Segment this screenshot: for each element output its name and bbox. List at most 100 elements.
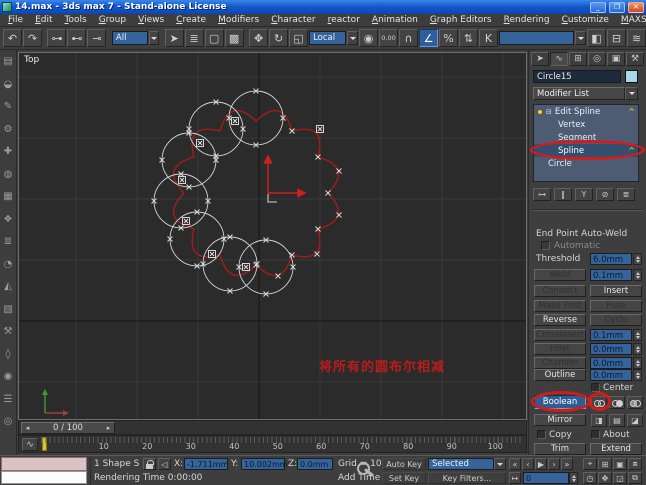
center-checkbox[interactable] <box>591 383 600 392</box>
left-toolbar-icon[interactable]: ◉ <box>1 370 15 384</box>
automatic-checkbox[interactable] <box>541 241 550 250</box>
menu-modifiers[interactable]: Modifiers <box>212 15 265 25</box>
menu-customize[interactable]: Customize <box>556 15 615 25</box>
tab-hierarchy-icon[interactable]: ⊞ <box>569 52 587 66</box>
mirror-vertical-icon[interactable]: ▤ <box>609 414 625 427</box>
select-by-name-icon[interactable]: ≣ <box>184 29 204 47</box>
maxscript-listener-pink[interactable] <box>1 457 87 471</box>
rect-selection-region-icon[interactable]: ▢ <box>204 29 224 47</box>
reverse-button[interactable]: Reverse <box>534 314 586 326</box>
next-frame-icon[interactable]: › <box>548 458 560 470</box>
boolean-button[interactable]: Boolean <box>534 395 586 409</box>
min-max-toggle-icon[interactable]: ⧉ <box>628 472 642 484</box>
selected-filter-dropdown[interactable]: Selected <box>428 458 494 470</box>
menu-rendering[interactable]: Rendering <box>498 15 556 25</box>
pin-stack-icon[interactable]: ⊶ <box>533 188 551 201</box>
mini-curve-editor-icon[interactable]: ∿ <box>22 438 38 451</box>
left-toolbar-icon[interactable]: ⚙ <box>1 123 15 137</box>
selection-filter-arrow-icon[interactable] <box>148 31 160 45</box>
left-toolbar-icon[interactable]: ☰ <box>1 393 15 407</box>
boolean-union-icon[interactable] <box>591 396 607 409</box>
weld-spinner[interactable] <box>633 269 642 281</box>
redo-icon[interactable]: ↷ <box>23 29 42 47</box>
frame-spinner[interactable] <box>569 472 578 484</box>
chamfer-button[interactable]: Chamfer <box>534 357 586 369</box>
bind-to-spacewarp-icon[interactable]: ⊸ <box>87 29 107 47</box>
threshold-spinner[interactable] <box>633 253 642 265</box>
insert-button[interactable]: Insert <box>590 285 642 297</box>
mirror-horizontal-icon[interactable]: ◨ <box>591 414 607 427</box>
zoom-extents-all-icon[interactable]: ⧈ <box>628 458 642 470</box>
y-coordinate-field[interactable]: 10.002mm <box>241 458 288 470</box>
left-toolbar-icon[interactable]: ◎ <box>1 415 15 429</box>
tab-create-icon[interactable]: ➤ <box>531 52 549 66</box>
stack-row-edit-spline[interactable]: ⊟ Edit Spline ^ <box>534 105 638 118</box>
go-to-start-icon[interactable]: « <box>509 458 521 470</box>
copy-checkbox[interactable] <box>537 430 546 439</box>
weld-field[interactable]: 0.1mm <box>590 269 632 281</box>
modifier-list-dropdown[interactable]: Modifier List <box>533 87 625 100</box>
boolean-intersection-icon[interactable] <box>627 396 643 409</box>
offset-mode-icon[interactable]: 0.00 <box>379 29 399 47</box>
menu-views[interactable]: Views <box>132 15 170 25</box>
remove-modifier-icon[interactable]: ⊘ <box>596 188 614 201</box>
menu-maxscript[interactable]: MAXScript <box>615 15 646 25</box>
tab-utilities-icon[interactable]: ⚒ <box>626 52 644 66</box>
current-frame-field[interactable]: 0 <box>523 472 569 484</box>
key-filters-button[interactable]: Key Filters... <box>428 472 506 484</box>
connect-button[interactable]: Connect <box>534 285 586 297</box>
lock-selection-icon[interactable] <box>143 458 156 470</box>
fillet-field[interactable]: 0.0mm <box>590 343 632 355</box>
outline-field[interactable]: 0.0mm <box>590 369 632 381</box>
reference-coordinate-dropdown[interactable]: Local <box>309 31 347 45</box>
x-coordinate-field[interactable]: -1.711mm <box>184 458 228 470</box>
reference-coordinate-arrow-icon[interactable] <box>347 31 359 45</box>
tab-modify-icon[interactable]: ∿ <box>550 52 568 66</box>
maxscript-listener-white[interactable] <box>1 471 87 484</box>
select-and-scale-icon[interactable]: ◱ <box>289 29 309 47</box>
previous-frame-icon[interactable]: ‹ <box>522 458 534 470</box>
menu-reactor[interactable]: reactor <box>322 15 366 25</box>
about-pivot-checkbox[interactable] <box>591 430 600 439</box>
curve-editor-icon[interactable]: ≋ <box>626 29 646 47</box>
left-toolbar-icon[interactable]: ◍ <box>1 168 15 182</box>
time-slider-left-arrow-icon[interactable]: ◂ <box>22 424 33 432</box>
mirror-both-icon[interactable]: ◪ <box>627 414 643 427</box>
fuse-button[interactable]: Fuse <box>590 300 642 312</box>
select-and-rotate-icon[interactable]: ↻ <box>269 29 289 47</box>
make-unique-icon[interactable]: Y <box>575 188 593 201</box>
play-animation-icon[interactable]: ▶ <box>535 458 547 470</box>
tab-motion-icon[interactable]: ◎ <box>588 52 606 66</box>
select-and-link-icon[interactable]: ⊶ <box>47 29 67 47</box>
named-selection-dropdown[interactable] <box>499 31 575 45</box>
absolute-mode-icon[interactable]: ◁ <box>158 458 171 470</box>
fillet-button[interactable]: Fillet <box>534 343 586 355</box>
go-to-end-icon[interactable]: » <box>561 458 573 470</box>
chamfer-field[interactable]: 0.0mm <box>590 357 632 369</box>
outline-spinner[interactable] <box>633 369 642 381</box>
menu-group[interactable]: Group <box>93 15 132 25</box>
mirror-icon[interactable]: ◧ <box>586 29 606 47</box>
selection-filter-dropdown[interactable]: All <box>111 31 148 45</box>
chamfer-spinner[interactable] <box>633 357 642 369</box>
selected-filter-arrow-icon[interactable] <box>494 458 506 470</box>
object-name-field[interactable]: Circle15 <box>533 70 621 83</box>
weld-button[interactable]: Weld <box>534 269 586 281</box>
snap-toggle-icon[interactable]: ∩ <box>399 29 419 47</box>
make-first-button[interactable]: Make First <box>534 300 586 312</box>
fillet-spinner[interactable] <box>633 343 642 355</box>
menu-create[interactable]: Create <box>170 15 212 25</box>
track-bar[interactable]: ∿ 10 20 30 40 50 60 70 80 90 100 <box>18 435 527 453</box>
left-toolbar-icon[interactable]: ◊ <box>1 348 15 362</box>
menu-animation[interactable]: Animation <box>366 15 424 25</box>
select-object-icon[interactable]: ➤ <box>164 29 184 47</box>
extend-button[interactable]: Extend <box>590 443 642 455</box>
stack-row-spline[interactable]: Spline ^ <box>534 144 638 157</box>
time-configuration-icon[interactable]: ◷ <box>583 472 597 484</box>
top-viewport[interactable]: Top 将所有的圆布尔相减 <box>18 52 527 420</box>
outline-button[interactable]: Outline <box>534 369 586 381</box>
left-toolbar-icon[interactable]: ≣ <box>1 235 15 249</box>
align-icon[interactable]: ⊟ <box>606 29 626 47</box>
trim-button[interactable]: Trim <box>534 443 586 455</box>
left-toolbar-icon[interactable]: ◭ <box>1 280 15 294</box>
